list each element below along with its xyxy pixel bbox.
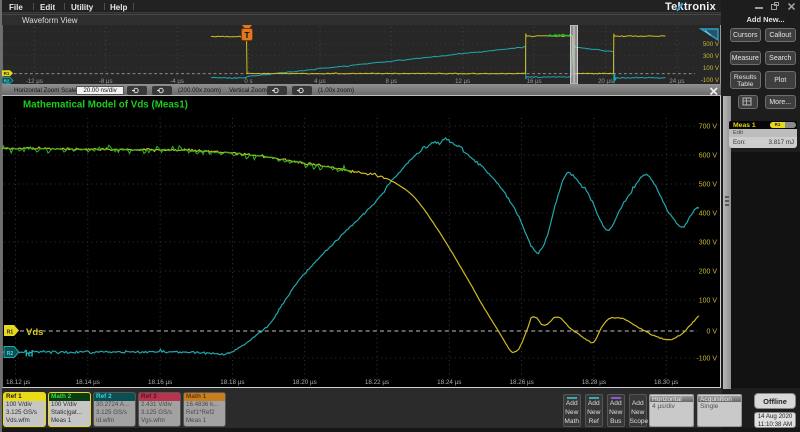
svg-text:T: T bbox=[244, 30, 250, 40]
svg-text:-100 V: -100 V bbox=[701, 77, 720, 84]
svg-text:Id: Id bbox=[25, 349, 34, 360]
svg-text:700 V: 700 V bbox=[699, 123, 718, 130]
svg-text:200 V: 200 V bbox=[699, 268, 718, 275]
svg-text:18.18 µs: 18.18 µs bbox=[220, 379, 244, 386]
svg-text:18.16 µs: 18.16 µs bbox=[148, 379, 172, 386]
svg-text:500 V: 500 V bbox=[703, 41, 720, 48]
svg-text:R2: R2 bbox=[7, 351, 14, 357]
svg-text:R1: R1 bbox=[7, 329, 14, 335]
svg-text:18.14 µs: 18.14 µs bbox=[76, 379, 100, 386]
svg-text:100 V: 100 V bbox=[699, 297, 718, 304]
svg-text:500 V: 500 V bbox=[699, 181, 718, 188]
svg-text:18.22 µs: 18.22 µs bbox=[365, 379, 389, 386]
svg-text:R2: R2 bbox=[4, 78, 10, 83]
svg-text:Mathematical Model of Vds (Mea: Mathematical Model of Vds (Meas1) bbox=[23, 100, 188, 111]
svg-text:18.28 µs: 18.28 µs bbox=[582, 379, 606, 386]
svg-text:18.26 µs: 18.26 µs bbox=[509, 379, 533, 386]
svg-text:18.12 µs: 18.12 µs bbox=[6, 379, 30, 386]
svg-text:100 V: 100 V bbox=[703, 65, 720, 72]
svg-text:18.30 µs: 18.30 µs bbox=[654, 379, 678, 386]
svg-text:600 V: 600 V bbox=[699, 152, 718, 159]
svg-text:-100 V: -100 V bbox=[696, 355, 717, 362]
svg-text:Vds: Vds bbox=[26, 327, 43, 338]
svg-text:400 V: 400 V bbox=[699, 210, 718, 217]
svg-text:18.20 µs: 18.20 µs bbox=[293, 379, 317, 386]
svg-text:R1: R1 bbox=[4, 71, 10, 76]
svg-text:300 V: 300 V bbox=[703, 53, 720, 60]
svg-text:0 V: 0 V bbox=[706, 328, 717, 335]
svg-text:18.24 µs: 18.24 µs bbox=[437, 379, 461, 386]
svg-text:300 V: 300 V bbox=[699, 239, 718, 246]
